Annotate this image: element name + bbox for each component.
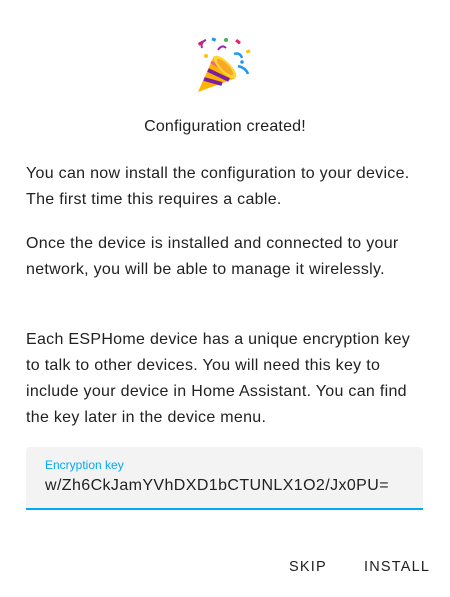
install-button[interactable]: INSTALL (358, 552, 436, 582)
encryption-key-label: Encryption key (45, 458, 124, 472)
encryption-key-info-text: Each ESPHome device has a unique encrypt… (26, 331, 411, 426)
wireless-management-text: Once the device is installed and connect… (26, 235, 399, 278)
encryption-key-input[interactable] (45, 477, 405, 495)
encryption-key-field[interactable]: Encryption key (26, 447, 423, 510)
party-popper-icon (192, 34, 256, 98)
configuration-dialog: Configuration created! You can now insta… (0, 0, 450, 597)
install-instructions-text: You can now install the configuration to… (26, 165, 410, 208)
dialog-title: Configuration created! (144, 118, 306, 135)
skip-button[interactable]: SKIP (283, 552, 333, 582)
